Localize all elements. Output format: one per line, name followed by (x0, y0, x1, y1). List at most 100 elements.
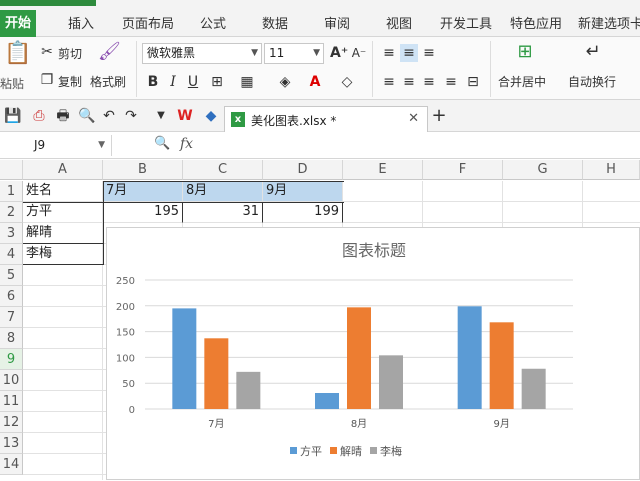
cell-a4[interactable]: 李梅 (23, 244, 104, 265)
legend-swatch (370, 447, 377, 454)
redo-icon[interactable]: ↷ (122, 107, 140, 125)
cell-d1[interactable]: 9月 (263, 181, 343, 202)
function-icon[interactable]: fx (180, 136, 193, 152)
cloud-cube-icon[interactable]: ◆ (202, 107, 220, 125)
align-top-icon[interactable]: ≡ (380, 44, 398, 62)
quick-access-bar: 💾 ⎙ 🖶 🔍 ↶ ↷ ▼ W ◆ x 美化图表.xlsx * ✕ + (0, 100, 640, 132)
column-header-g[interactable]: G (503, 160, 583, 180)
bar-方平 (315, 393, 339, 409)
italic-icon[interactable]: I (164, 73, 182, 91)
row-header-5[interactable]: 5 (0, 265, 23, 286)
row-header-1[interactable]: 1 (0, 181, 23, 202)
row-header-11[interactable]: 11 (0, 391, 23, 412)
tab-data[interactable]: 数据 (256, 14, 294, 36)
select-all-corner[interactable] (0, 160, 23, 180)
print-icon[interactable]: 🖶 (54, 107, 72, 125)
paste-icon[interactable]: 📋 (4, 43, 31, 65)
bar-李梅 (379, 355, 403, 409)
scissors-icon[interactable]: ✂ (38, 43, 56, 61)
wrap-text-button[interactable]: 自动换行 (568, 73, 616, 90)
copy-icon[interactable]: ❐ (38, 71, 56, 89)
decrease-font-icon[interactable]: A⁻ (350, 44, 368, 62)
align-bottom-icon[interactable]: ≡ (420, 44, 438, 62)
column-header-c[interactable]: C (183, 160, 263, 180)
chart-container[interactable]: 图表标题 0 50 100 150 200 250 7月 8月 9月 方平 解晴 李梅 (106, 227, 640, 480)
zoom-icon[interactable]: 🔍 (154, 136, 170, 151)
tab-page-layout[interactable]: 页面布局 (118, 14, 178, 36)
increase-font-icon[interactable]: A⁺ (330, 44, 348, 62)
document-tab[interactable]: x 美化图表.xlsx * ✕ (224, 106, 428, 132)
fill-pattern-icon[interactable]: ▦ (238, 73, 256, 91)
row-header-2[interactable]: 2 (0, 202, 23, 223)
row-header-13[interactable]: 13 (0, 433, 23, 454)
copy-button[interactable]: 复制 (58, 73, 82, 90)
row-header-6[interactable]: 6 (0, 286, 23, 307)
ribbon-separator (372, 41, 373, 97)
wrap-text-icon[interactable]: ↵ (584, 43, 602, 61)
tab-formulas[interactable]: 公式 (194, 14, 232, 36)
cell-a1[interactable]: 姓名 (23, 181, 103, 202)
align-left-icon[interactable]: ≡ (380, 73, 398, 91)
paste-button[interactable]: 粘贴 (0, 75, 24, 92)
bar-chart[interactable]: 图表标题 0 50 100 150 200 250 7月 8月 9月方平 解晴 李梅 (107, 228, 640, 481)
justify-icon[interactable]: ≡ (442, 73, 460, 91)
cell-b1[interactable]: 7月 (103, 181, 183, 202)
font-name-select[interactable]: 微软雅黑 ▼ (142, 43, 262, 64)
close-icon[interactable]: ✕ (408, 111, 419, 126)
cell-a2[interactable]: 方平 (23, 202, 103, 223)
tab-developer[interactable]: 开发工具 (436, 14, 496, 36)
format-painter-button[interactable]: 格式刷 (90, 73, 126, 90)
app-title-bar (0, 0, 96, 6)
row-header-9[interactable]: 9 (0, 349, 23, 370)
cell-b2[interactable]: 195 (103, 202, 183, 223)
tab-view[interactable]: 视图 (380, 14, 418, 36)
align-right-icon[interactable]: ≡ (420, 73, 438, 91)
borders-icon[interactable]: ⊞ (208, 73, 226, 91)
undo-icon[interactable]: ↶ (100, 107, 118, 125)
tab-special[interactable]: 特色应用 (506, 14, 566, 36)
cell-d2[interactable]: 199 (263, 202, 343, 223)
column-header-e[interactable]: E (343, 160, 423, 180)
cell-c2[interactable]: 31 (183, 202, 263, 223)
customize-dropdown-icon[interactable]: ▼ (152, 107, 170, 125)
column-header-f[interactable]: F (423, 160, 503, 180)
merge-center-button[interactable]: 合并居中 (498, 73, 546, 90)
clear-format-icon[interactable]: ◇ (338, 73, 356, 91)
column-header-h[interactable]: H (583, 160, 640, 180)
row-header-7[interactable]: 7 (0, 307, 23, 328)
font-color-icon[interactable]: A (306, 73, 324, 91)
row-header-4[interactable]: 4 (0, 244, 23, 265)
row-header-3[interactable]: 3 (0, 223, 23, 244)
column-header-b[interactable]: B (103, 160, 183, 180)
underline-icon[interactable]: U (184, 73, 202, 91)
font-size-select[interactable]: 11 ▼ (264, 43, 324, 64)
fill-color-icon[interactable]: ◈ (276, 73, 294, 91)
save-icon[interactable]: 💾 (4, 107, 22, 125)
bar-解晴 (204, 338, 229, 409)
row-header-8[interactable]: 8 (0, 328, 23, 349)
bar-方平 (172, 308, 197, 409)
bold-icon[interactable]: B (144, 73, 162, 91)
column-header-d[interactable]: D (263, 160, 343, 180)
align-center-icon[interactable]: ≡ (400, 73, 418, 91)
brush-icon[interactable]: 🖌 (98, 43, 121, 61)
cut-button[interactable]: 剪切 (58, 45, 82, 62)
tab-review[interactable]: 审阅 (318, 14, 356, 36)
row-header-14[interactable]: 14 (0, 454, 23, 475)
distributed-icon[interactable]: ⊟ (464, 73, 482, 91)
print-preview-icon[interactable]: 🔍 (78, 107, 96, 125)
cell-c1[interactable]: 8月 (183, 181, 263, 202)
tab-new[interactable]: 新建选项卡 (578, 14, 640, 36)
align-middle-icon[interactable]: ≡ (400, 44, 418, 62)
merge-center-icon[interactable]: ⊞ (516, 43, 534, 61)
export-pdf-icon[interactable]: ⎙ (30, 107, 48, 125)
cell-a3[interactable]: 解晴 (23, 223, 104, 244)
row-header-10[interactable]: 10 (0, 370, 23, 391)
add-tab-icon[interactable]: + (430, 107, 448, 125)
name-box[interactable]: J9 ▼ (0, 135, 112, 156)
row-header-12[interactable]: 12 (0, 412, 23, 433)
wps-logo-icon[interactable]: W (176, 107, 194, 125)
tab-home[interactable]: 开始 (0, 10, 36, 37)
tab-insert[interactable]: 插入 (62, 14, 100, 36)
column-header-a[interactable]: A (23, 160, 103, 180)
